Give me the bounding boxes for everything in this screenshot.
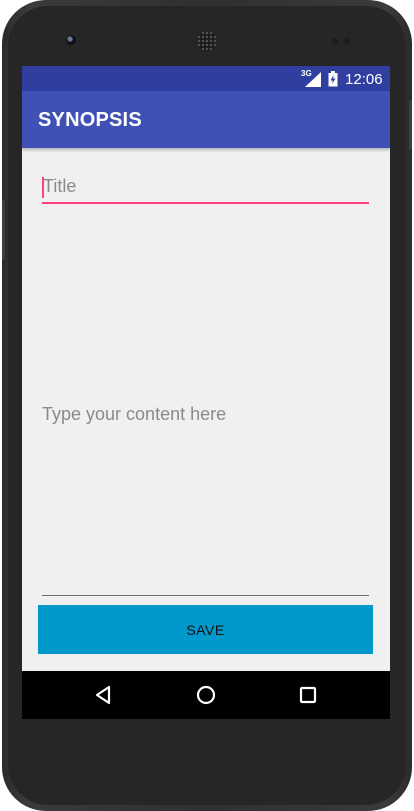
home-circle-icon[interactable] xyxy=(194,683,218,707)
light-sensor xyxy=(344,38,350,44)
proximity-sensor xyxy=(332,38,338,44)
title-input[interactable] xyxy=(42,170,369,202)
app-bar: SYNOPSIS xyxy=(22,91,390,148)
content-field[interactable] xyxy=(42,396,369,598)
network-type-label: 3G xyxy=(301,69,312,78)
app-title: SYNOPSIS xyxy=(38,109,142,131)
status-time: 12:06 xyxy=(345,71,383,88)
recents-square-icon[interactable] xyxy=(296,683,320,707)
text-cursor xyxy=(42,177,44,198)
battery-icon xyxy=(328,71,338,87)
app-screen: 3G 12:06 SYNOPSIS SAVE xyxy=(22,66,390,719)
back-triangle-icon[interactable] xyxy=(92,683,116,707)
title-underline xyxy=(42,202,369,204)
status-bar: 3G 12:06 xyxy=(22,66,390,91)
save-button[interactable]: SAVE xyxy=(38,605,373,654)
power-button xyxy=(2,200,5,260)
front-camera xyxy=(66,35,76,45)
content-underline xyxy=(42,595,369,596)
earpiece-speaker xyxy=(197,31,217,51)
phone-frame: 3G 12:06 SYNOPSIS SAVE xyxy=(2,0,412,811)
content-input[interactable] xyxy=(42,396,369,586)
volume-button xyxy=(409,100,412,150)
title-field[interactable] xyxy=(42,170,369,204)
navigation-bar xyxy=(22,671,390,719)
